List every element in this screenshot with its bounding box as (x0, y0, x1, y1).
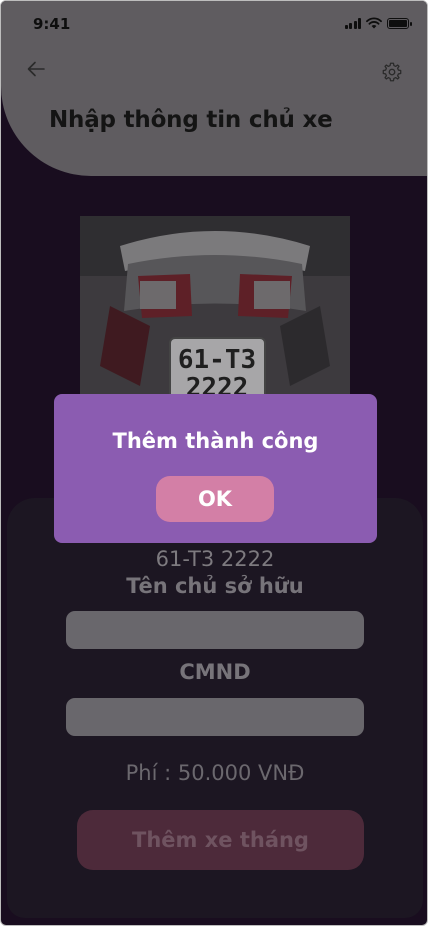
ok-button[interactable]: OK (156, 476, 274, 522)
app-screen: 9:41 Nhập thông tin chủ xe 61-T3 2222 61… (0, 0, 428, 926)
arrow-left-icon[interactable] (25, 58, 47, 80)
plate-line-1: 61-T3 (178, 345, 256, 375)
vehicle-photo: 61-T3 2222 (80, 216, 350, 396)
plate-line-2: 2222 (186, 373, 249, 396)
id-number-input[interactable] (66, 698, 364, 736)
battery-icon (387, 17, 412, 29)
add-monthly-vehicle-button[interactable]: Thêm xe tháng (77, 810, 364, 870)
status-bar: 9:41 (1, 1, 427, 45)
status-time: 9:41 (33, 15, 71, 33)
status-icons (344, 16, 412, 30)
dialog-title: Thêm thành công (112, 429, 319, 453)
motorbike-image: 61-T3 2222 (80, 216, 350, 396)
header-card: 9:41 Nhập thông tin chủ xe (1, 1, 427, 176)
owner-name-input[interactable] (66, 611, 364, 649)
plate-number: 61-T3 2222 (155, 547, 275, 571)
owner-name-label: Tên chủ sở hữu (126, 574, 304, 598)
fee-text: Phí : 50.000 VNĐ (125, 761, 305, 785)
wifi-icon (366, 17, 382, 29)
signal-icon (344, 17, 361, 29)
page-title: Nhập thông tin chủ xe (49, 107, 333, 133)
success-dialog: Thêm thành công OK (54, 394, 377, 543)
id-number-label: CMND (179, 660, 251, 684)
gear-icon[interactable] (381, 61, 403, 83)
